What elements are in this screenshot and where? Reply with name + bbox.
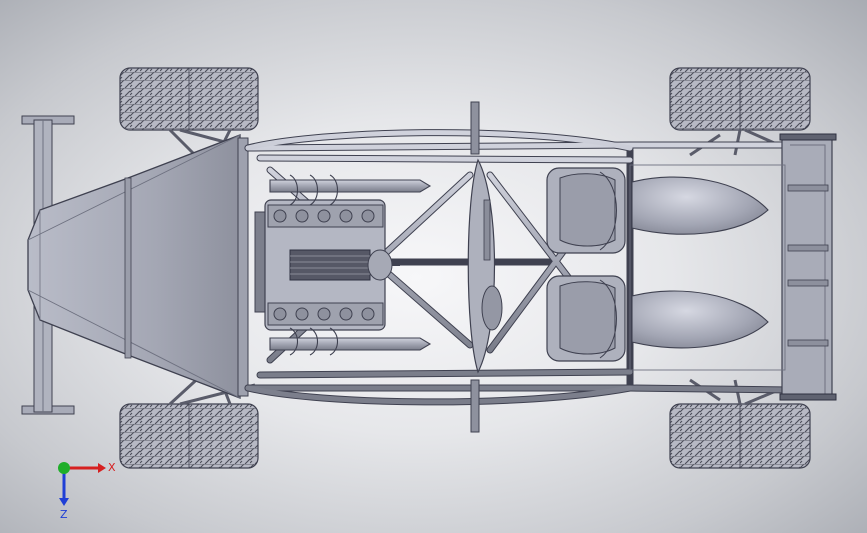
seat-right[interactable] <box>546 275 626 362</box>
z-axis-arrowhead <box>59 498 69 506</box>
seat-left[interactable] <box>546 167 626 254</box>
roll-hoop[interactable] <box>467 101 503 433</box>
car-frame-model[interactable] <box>0 0 867 533</box>
engine-block[interactable] <box>254 199 400 331</box>
x-axis-label: X <box>108 461 116 474</box>
tire-rear-left[interactable] <box>119 403 259 469</box>
x-axis-arrowhead <box>98 463 106 473</box>
rear-wing[interactable] <box>779 133 837 401</box>
side-pod-left[interactable] <box>631 176 769 235</box>
graphics-viewport[interactable]: X Z <box>0 0 867 533</box>
y-axis-dot <box>58 462 70 474</box>
tire-rear-right[interactable] <box>669 403 811 469</box>
nose-cone[interactable] <box>27 134 249 399</box>
tire-front-left[interactable] <box>119 67 259 131</box>
z-axis-label: Z <box>60 508 68 520</box>
tire-front-right[interactable] <box>669 67 811 131</box>
side-pod-right[interactable] <box>631 290 769 349</box>
orientation-triad: X Z <box>58 461 116 520</box>
